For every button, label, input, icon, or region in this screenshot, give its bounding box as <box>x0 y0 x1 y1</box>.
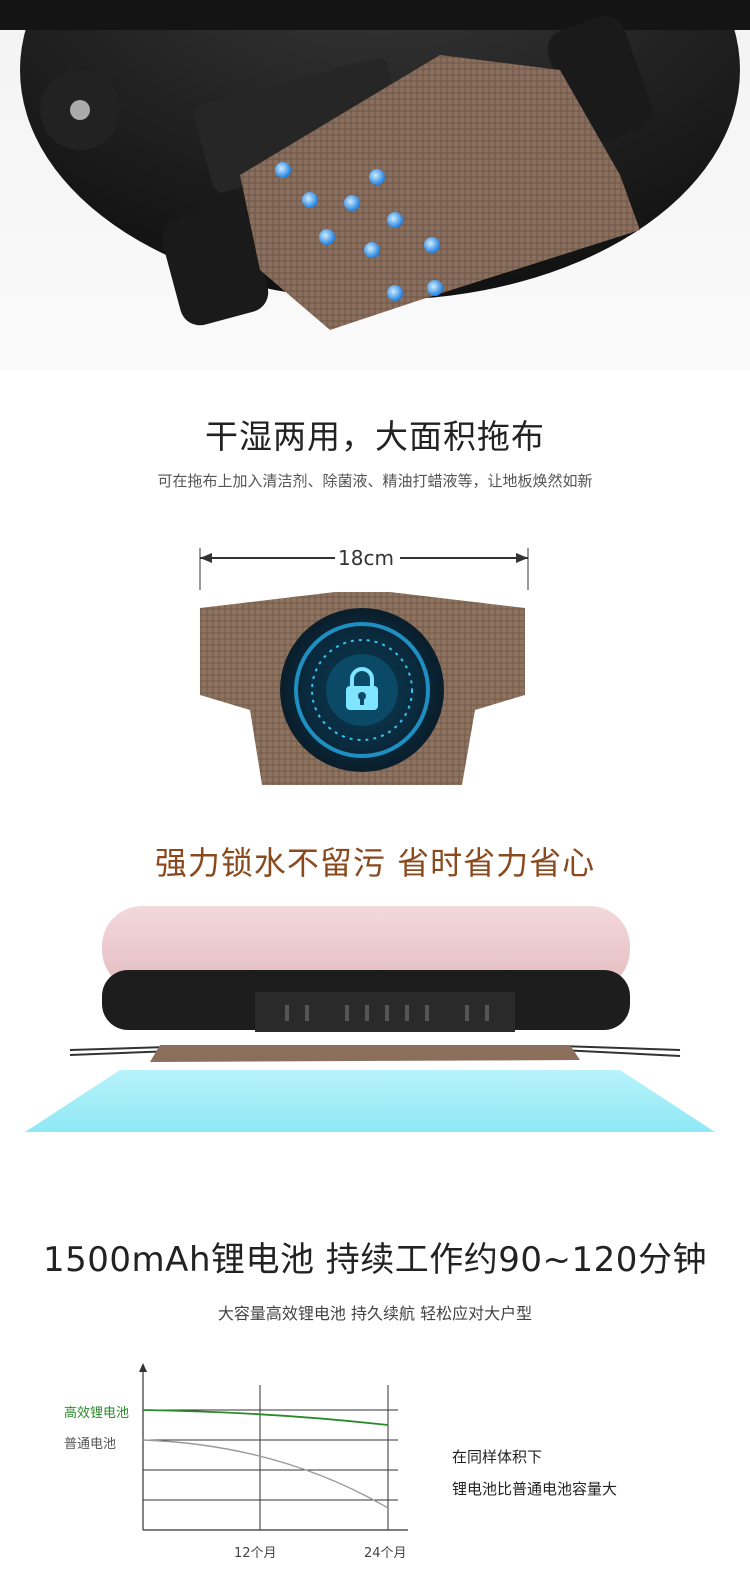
dimension-label: 18cm <box>338 546 394 570</box>
robot-underside-image <box>0 0 750 370</box>
chart-note-line-1: 在同样体积下 <box>452 1448 543 1466</box>
normal-series-line <box>142 1439 389 1509</box>
lock-icon <box>340 666 384 714</box>
battery-chart: 高效锂电池 普通电池 12个月 24个月 在同样体积下 锂电池比普通电池容量大 <box>0 1360 750 1580</box>
chart-note-line-2: 锂电池比普通电池容量大 <box>452 1480 618 1498</box>
lithium-legend-label: 高效锂电池 <box>64 1406 130 1421</box>
slogan: 强力锁水不留污 省时省力省心 <box>154 844 596 882</box>
section-subtitle: 可在拖布上加入清洁剂、除菌液、精油打蜡液等，让地板焕然如新 <box>157 472 593 490</box>
lithium-series-line <box>142 1409 389 1426</box>
x-tick-24: 24个月 <box>364 1546 407 1561</box>
section-title: 干湿两用，大面积拖布 <box>205 417 545 456</box>
battery-title: 1500mAh锂电池 持续工作约90~120分钟 <box>43 1240 707 1280</box>
normal-legend-label: 普通电池 <box>64 1437 117 1452</box>
x-tick-12: 12个月 <box>234 1546 277 1561</box>
mop-pad-diagram: 18cm <box>0 540 750 800</box>
robot-side-image <box>0 900 750 1140</box>
battery-subtitle: 大容量高效锂电池 持久续航 轻松应对大户型 <box>217 1304 533 1323</box>
